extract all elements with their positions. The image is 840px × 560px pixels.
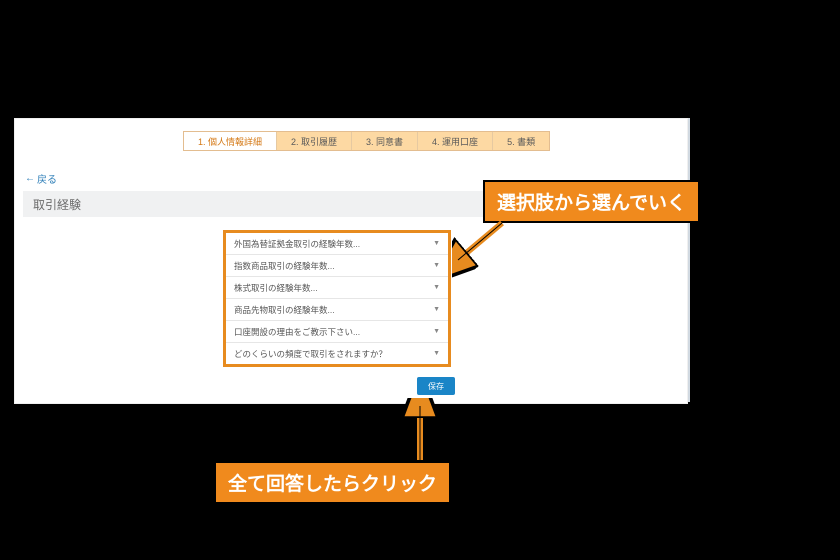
step-label: 2. 取引履歴 — [291, 135, 337, 148]
back-arrow-icon: ← — [25, 173, 35, 184]
dropdown-label: 口座開設の理由をご教示下さい... — [234, 326, 360, 338]
annotation-text: 全て回答したらクリック — [228, 474, 437, 495]
step-trade-history[interactable]: 2. 取引履歴 — [276, 132, 351, 150]
dropdown-forex-years[interactable]: 外国為替証拠金取引の経験年数... ▼ — [226, 233, 448, 254]
dropdown-frequency[interactable]: どのくらいの頻度で取引をされますか？ ▼ — [226, 342, 448, 364]
section-title: 取引経験 — [33, 196, 81, 213]
dropdown-stock-years[interactable]: 株式取引の経験年数... ▼ — [226, 276, 448, 298]
chevron-down-icon: ▼ — [433, 262, 440, 269]
dropdown-label: 商品先物取引の経験年数... — [234, 304, 335, 316]
dropdown-account-reason[interactable]: 口座開設の理由をご教示下さい... ▼ — [226, 320, 448, 342]
chevron-down-icon: ▼ — [433, 284, 440, 291]
step-personal-info[interactable]: 1. 個人情報詳細 — [184, 132, 276, 150]
chevron-down-icon: ▼ — [433, 240, 440, 247]
dropdown-label: どのくらいの頻度で取引をされますか？ — [234, 348, 387, 360]
step-label: 1. 個人情報詳細 — [198, 135, 262, 148]
dropdown-label: 株式取引の経験年数... — [234, 282, 318, 294]
step-label: 3. 同意書 — [366, 135, 403, 148]
step-agreement[interactable]: 3. 同意書 — [351, 132, 417, 150]
annotation-click-callout: 全て回答したらクリック — [214, 461, 451, 504]
chevron-down-icon: ▼ — [433, 328, 440, 335]
annotation-arrow-icon — [400, 398, 440, 464]
dropdown-label: 外国為替証拠金取引の経験年数... — [234, 238, 360, 250]
experience-dropdown-group: 外国為替証拠金取引の経験年数... ▼ 指数商品取引の経験年数... ▼ 株式取… — [223, 230, 451, 367]
form-card: 1. 個人情報詳細 2. 取引履歴 3. 同意書 4. 運用口座 5. 書類 ←… — [14, 118, 688, 404]
chevron-down-icon: ▼ — [433, 306, 440, 313]
back-label: 戻る — [37, 171, 57, 186]
steps-breadcrumb: 1. 個人情報詳細 2. 取引履歴 3. 同意書 4. 運用口座 5. 書類 — [183, 131, 550, 151]
dropdown-index-years[interactable]: 指数商品取引の経験年数... ▼ — [226, 254, 448, 276]
save-label: 保存 — [428, 381, 444, 392]
back-link[interactable]: ← 戻る — [25, 171, 57, 186]
step-label: 4. 運用口座 — [432, 135, 478, 148]
annotation-select-callout: 選択肢から選んでいく — [483, 180, 700, 223]
annotation-text: 選択肢から選んでいく — [497, 193, 686, 214]
dropdown-label: 指数商品取引の経験年数... — [234, 260, 335, 272]
save-button[interactable]: 保存 — [417, 377, 455, 395]
step-documents[interactable]: 5. 書類 — [492, 132, 549, 150]
dropdown-futures-years[interactable]: 商品先物取引の経験年数... ▼ — [226, 298, 448, 320]
step-account[interactable]: 4. 運用口座 — [417, 132, 492, 150]
step-label: 5. 書類 — [507, 135, 535, 148]
chevron-down-icon: ▼ — [433, 350, 440, 357]
